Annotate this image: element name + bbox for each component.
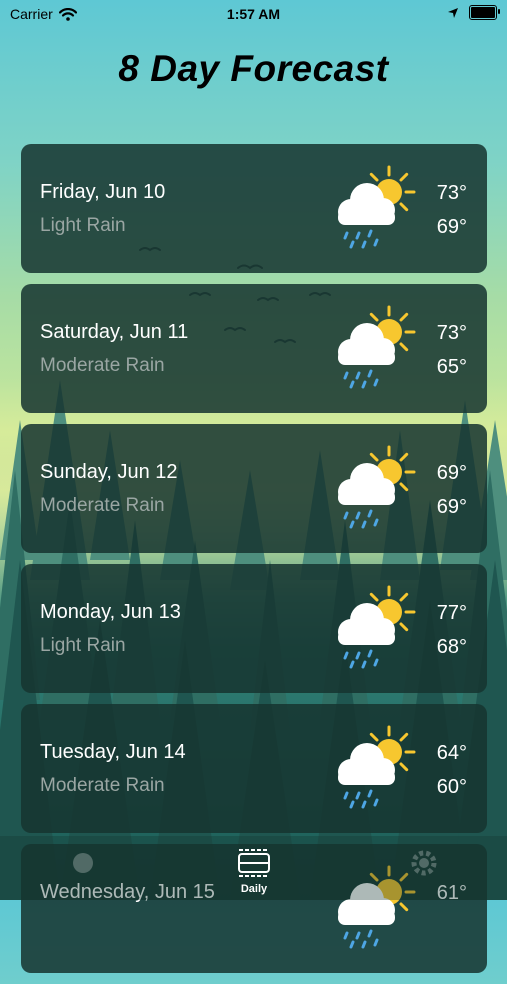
location-arrow-icon bbox=[448, 7, 458, 18]
forecast-date: Monday, Jun 13 bbox=[40, 601, 181, 623]
forecast-high-temp: 73° bbox=[436, 182, 467, 204]
forecast-card-saturday[interactable]: Saturday, Jun 11 Moderate Rain 73° 65° bbox=[21, 284, 487, 413]
forecast-low-temp: 68° bbox=[436, 636, 467, 658]
forecast-high-temp: 77° bbox=[436, 602, 467, 624]
forecast-date: Tuesday, Jun 14 bbox=[40, 741, 186, 763]
page-title: 8 Day Forecast bbox=[118, 48, 389, 89]
forecast-high-temp: 73° bbox=[436, 322, 467, 344]
tab-daily-label: Daily bbox=[240, 883, 268, 895]
forecast-card-tuesday[interactable]: Tuesday, Jun 14 Moderate Rain 64° 60° bbox=[21, 704, 487, 833]
forecast-condition: Moderate Rain bbox=[40, 355, 165, 376]
sun-icon bbox=[73, 853, 93, 873]
forecast-condition: Moderate Rain bbox=[40, 495, 165, 516]
battery-icon bbox=[469, 5, 500, 20]
tab-daily[interactable]: Daily bbox=[228, 848, 280, 895]
partly-cloudy-rain-icon bbox=[338, 305, 416, 389]
status-bar: Carrier 1:57 AM bbox=[0, 0, 507, 30]
partly-cloudy-rain-icon bbox=[338, 165, 416, 249]
tab-current[interactable] bbox=[68, 848, 98, 883]
forecast-card-monday[interactable]: Monday, Jun 13 Light Rain 77° 68° bbox=[21, 564, 487, 693]
partly-cloudy-rain-icon bbox=[338, 585, 416, 669]
tab-bar: Daily bbox=[0, 836, 507, 900]
forecast-condition: Moderate Rain bbox=[40, 775, 165, 796]
forecast-low-temp: 60° bbox=[436, 776, 467, 798]
forecast-card-sunday[interactable]: Sunday, Jun 12 Moderate Rain 69° 69° bbox=[21, 424, 487, 553]
partly-cloudy-rain-icon bbox=[338, 725, 416, 809]
forecast-low-temp: 69° bbox=[436, 216, 467, 238]
forecast-condition: Light Rain bbox=[40, 215, 126, 236]
forecast-date: Sunday, Jun 12 bbox=[40, 461, 178, 483]
partly-cloudy-rain-icon bbox=[338, 445, 416, 529]
forecast-low-temp: 69° bbox=[436, 496, 467, 518]
forecast-low-temp: 65° bbox=[436, 356, 467, 378]
forecast-card-friday[interactable]: Friday, Jun 10 Light Rain 73° 69° bbox=[21, 144, 487, 273]
forecast-condition: Light Rain bbox=[40, 635, 126, 656]
calendar-list-icon bbox=[238, 849, 270, 877]
forecast-high-temp: 64° bbox=[436, 742, 467, 764]
gear-icon bbox=[411, 850, 437, 876]
status-time: 1:57 AM bbox=[226, 6, 281, 22]
forecast-date: Saturday, Jun 11 bbox=[40, 321, 189, 343]
tab-settings[interactable] bbox=[409, 848, 439, 883]
forecast-high-temp: 69° bbox=[436, 462, 467, 484]
forecast-date: Friday, Jun 10 bbox=[40, 181, 166, 203]
